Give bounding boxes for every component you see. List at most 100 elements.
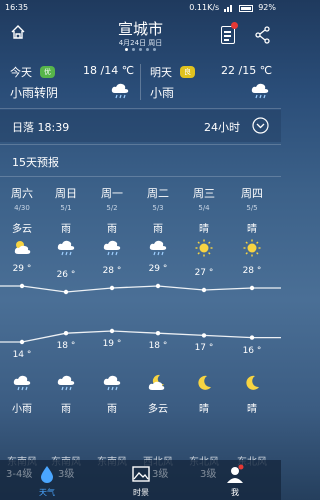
rain-cloud-icon (103, 375, 121, 391)
high-temp-point (201, 287, 207, 293)
partly-cloudy-night-icon (148, 374, 165, 390)
low-temp: 19 ° (102, 339, 122, 349)
battery-icon (239, 4, 254, 12)
chevron-down-icon[interactable] (252, 117, 269, 134)
tomorrow-aqi-badge: 良 (180, 66, 195, 78)
divider (0, 108, 281, 109)
weekday-label: 周三 (193, 187, 215, 200)
bottom-tab-bar: 3-4级 3级 3级 3级 天气 时景我 (0, 460, 281, 500)
low-temp: 14 ° (12, 350, 32, 360)
today-tomorrow-summary[interactable]: 今天 优 18 /14 ℃ 小雨转阴 明天 良 22 /15 ℃ 小雨 (0, 56, 281, 106)
tab-scenes[interactable]: 时景 (94, 460, 188, 500)
today-label: 今天 (10, 66, 32, 79)
day-condition: 晴 (199, 224, 209, 235)
current-date: 4月24日 周日 (118, 39, 163, 47)
night-condition: 雨 (61, 404, 71, 415)
tab-label: 天气 (39, 488, 55, 497)
day-condition: 雨 (61, 224, 71, 235)
date-label: 5/4 (198, 204, 210, 212)
app-header: 宣城市 4月24日 周日 (0, 16, 281, 54)
moon-icon (246, 375, 259, 390)
status-time: 16:35 (5, 3, 29, 12)
high-temp-point (19, 283, 25, 289)
high-temp-point (63, 289, 69, 295)
day-condition: 雨 (153, 224, 163, 235)
tomorrow-condition: 小雨 (150, 86, 175, 100)
today-aqi-badge: 优 (40, 66, 55, 78)
moon-icon (198, 375, 211, 390)
low-temp-point (155, 331, 161, 336)
night-condition: 小雨 (12, 404, 32, 415)
date-label: 5/2 (106, 204, 118, 212)
low-temp: 17 ° (194, 343, 214, 354)
date-label: 4/30 (14, 204, 30, 212)
divider (0, 144, 281, 145)
low-temp-point (201, 333, 207, 338)
high-temp: 26 ° (56, 270, 76, 280)
weather-drop-icon (41, 466, 53, 483)
rain-cloud-icon (57, 240, 75, 256)
tab-weather[interactable]: 天气 (0, 460, 94, 500)
today-condition: 小雨转阴 (10, 86, 59, 100)
divider (0, 176, 281, 177)
notification-dot (231, 22, 238, 29)
share-icon[interactable] (255, 26, 271, 44)
date-label: 5/3 (152, 204, 164, 212)
date-label: 5/1 (60, 204, 72, 212)
low-temp: 18 ° (148, 341, 168, 352)
sun-icon (243, 239, 261, 257)
page-indicator (118, 48, 163, 52)
date-label: 5/5 (246, 204, 258, 212)
partly-cloudy-icon (14, 241, 31, 254)
high-temp: 28 ° (242, 266, 262, 276)
weekday-label: 周日 (55, 187, 77, 200)
rain-cloud-icon (57, 375, 75, 391)
day-condition: 雨 (107, 224, 117, 235)
day-condition: 晴 (247, 224, 257, 235)
low-temp-point (249, 335, 255, 340)
sun-icon (195, 239, 213, 257)
rain-cloud-icon (251, 83, 269, 99)
tomorrow-temp: 22 /15 ℃ (221, 64, 273, 77)
low-temp-point (63, 331, 69, 336)
high-temp: 27 ° (194, 268, 214, 278)
low-temp: 16 ° (242, 345, 262, 356)
today-temp: 18 /14 ℃ (83, 64, 135, 77)
rain-cloud-icon (149, 240, 167, 256)
profile-icon (227, 464, 244, 483)
night-condition: 多云 (148, 404, 168, 415)
weekday-label: 周一 (101, 187, 123, 200)
network-speed: 0.11K/s (189, 3, 220, 12)
rain-cloud-icon (111, 83, 129, 99)
rain-cloud-icon (103, 240, 121, 256)
day-condition: 多云 (12, 224, 32, 235)
tab-label: 我 (231, 488, 239, 497)
weekday-label: 周六 (11, 187, 33, 200)
night-condition: 晴 (247, 404, 257, 415)
summary-divider (140, 64, 141, 100)
city-name[interactable]: 宣城市 (0, 18, 281, 39)
night-condition: 雨 (107, 404, 117, 415)
high-temp-line (0, 285, 281, 293)
weekday-label: 周二 (147, 187, 169, 200)
high-temp-point (249, 285, 255, 291)
battery-level: 92% (258, 3, 276, 12)
status-bar: 16:35 0.11K/s 92% (0, 0, 281, 16)
weekday-label: 周四 (241, 187, 263, 200)
forecast-title: 15天预报 (12, 156, 59, 169)
hourly-toggle-label[interactable]: 24小时 (204, 119, 240, 135)
low-temp-point (109, 328, 115, 334)
tab-label: 时景 (133, 488, 149, 497)
high-temp: 28 ° (102, 266, 122, 276)
tab-me[interactable]: 我 (188, 460, 282, 500)
signal-icon (224, 4, 234, 12)
high-temp-point (155, 283, 161, 289)
photo-icon (132, 466, 150, 482)
sunset-time: 日落 18:39 (12, 121, 70, 134)
sunset-row[interactable]: 日落 18:39 24小时 (0, 110, 281, 142)
low-temp: 18 ° (56, 341, 76, 352)
high-temp: 29 ° (12, 264, 32, 274)
rain-cloud-icon (13, 375, 31, 391)
high-temp: 29 ° (148, 264, 168, 274)
night-condition: 晴 (199, 404, 209, 415)
